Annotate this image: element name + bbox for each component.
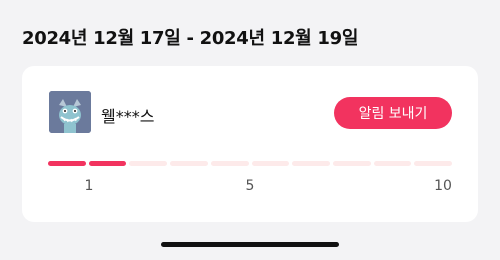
progress-tick-label: 5 xyxy=(245,178,255,194)
progress-segment-empty xyxy=(170,161,208,166)
progress-segment-filled xyxy=(88,161,127,166)
progress-segment-empty xyxy=(373,161,412,166)
progress-segment-empty xyxy=(251,161,290,166)
progress-segment-empty xyxy=(210,161,249,166)
date-range-title: 2024년 12월 17일 - 2024년 12월 19일 xyxy=(22,28,359,49)
progress-segment-filled xyxy=(48,161,86,166)
progress-tick-label: 1 xyxy=(84,178,94,194)
send-notification-button[interactable]: 알림 보내기 xyxy=(334,97,452,129)
progress-segment-empty xyxy=(414,161,453,166)
user-avatar xyxy=(49,91,91,133)
progress-segment-empty xyxy=(332,161,371,166)
progress-segment-empty xyxy=(292,161,330,166)
home-indicator xyxy=(161,242,339,247)
progress-tick-label: 10 xyxy=(434,178,452,194)
user-name: 웰***스 xyxy=(101,107,155,126)
progress-segment-empty xyxy=(129,161,168,166)
participant-card: 웰***스 알림 보내기 1 5 10 xyxy=(22,66,478,222)
monster-avatar-icon xyxy=(49,91,91,133)
progress-bar xyxy=(48,161,453,166)
